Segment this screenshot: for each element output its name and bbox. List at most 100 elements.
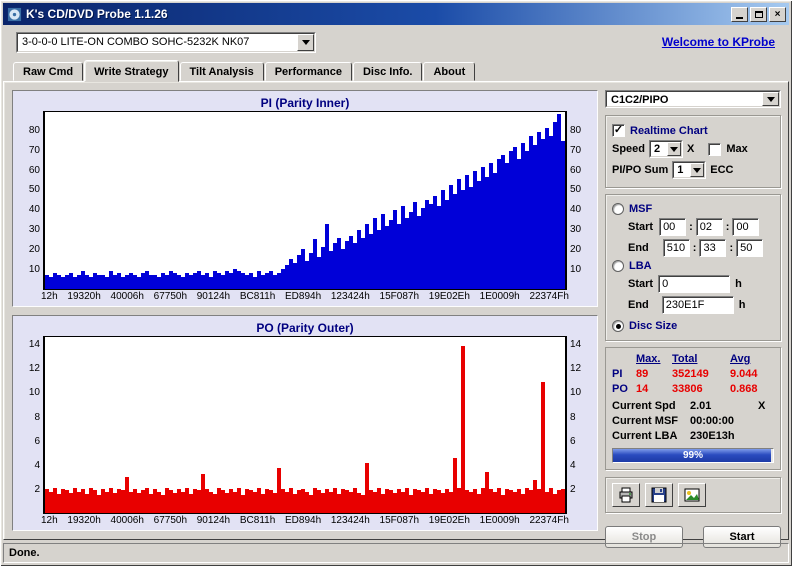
current-spd-label: Current Spd	[612, 400, 676, 412]
toolbar: 3-0-0-0 LITE-ON COMBO SOHC-5232K NK07 We…	[3, 25, 789, 59]
tab-raw-cmd[interactable]: Raw Cmd	[13, 62, 84, 81]
stats-pi-max: 89	[636, 368, 649, 380]
x-axis-label: ED894h	[285, 290, 322, 302]
msf-start-sec-input[interactable]	[695, 218, 723, 236]
status-bar: Done.	[3, 543, 789, 563]
check-icon: ✓	[613, 124, 624, 136]
pi-x-axis: 12h 19320h 40006h 67750h 90124h BC811h ED894h 1…	[41, 291, 569, 304]
drive-select[interactable]: 3-0-0-0 LITE-ON COMBO SOHC-5232K NK07	[16, 31, 316, 53]
po-x-axis: 12h 19320h 40006h 67750h 90124h BC811h ED894h 1…	[41, 515, 569, 528]
tab-about[interactable]: About	[423, 62, 476, 81]
y-axis-label: 6	[34, 435, 40, 447]
y-axis-label: 20	[570, 243, 582, 255]
pi-y-axis-left: 10 20 30 40 50 60 70 80	[17, 111, 43, 290]
pipo-sum-label: PI/PO Sum	[612, 164, 669, 176]
printer-icon	[619, 487, 633, 503]
pipo-sum-select[interactable]: 1	[672, 161, 707, 179]
msf-end-min-input[interactable]	[662, 239, 690, 257]
radio-dot-icon	[615, 323, 621, 329]
y-axis-label: 8	[34, 411, 40, 423]
colon-separator: :	[725, 221, 730, 233]
mode-select-arrow[interactable]	[762, 92, 779, 106]
print-button[interactable]	[612, 483, 640, 507]
y-axis-label: 20	[28, 243, 40, 255]
y-axis-label: 40	[570, 204, 582, 216]
current-spd-value: 2.01	[690, 400, 712, 412]
x-axis-label: 67750h	[153, 290, 188, 302]
msf-start-frame-input[interactable]	[732, 218, 760, 236]
floppy-icon	[651, 487, 667, 503]
current-msf-value: 00:00:00	[690, 415, 735, 427]
mode-select[interactable]: C1C2/PIPO	[605, 90, 781, 108]
stats-po-label: PO	[612, 383, 628, 395]
chevron-down-icon	[766, 96, 775, 102]
y-axis-label: 40	[28, 204, 40, 216]
lba-start-input[interactable]	[658, 275, 731, 293]
stats-po-avg: 0.868	[730, 383, 758, 395]
maximize-icon	[754, 10, 763, 18]
y-axis-label: 30	[28, 224, 40, 235]
colon-separator: :	[689, 221, 693, 233]
msf-end-frame-input[interactable]	[736, 239, 764, 257]
x-axis-label: 22374Fh	[529, 515, 569, 526]
mode-select-value: C1C2/PIPO	[611, 94, 669, 106]
x-axis-label: 123424h	[330, 515, 370, 526]
pipo-sum-arrow[interactable]	[690, 163, 705, 177]
max-speed-checkbox[interactable]	[708, 142, 722, 156]
max-label: Max	[726, 143, 748, 155]
po-chart-title: PO (Parity Outer)	[256, 320, 354, 335]
pi-chart: PI (Parity Inner) 10 20 30 40 50 60 70 80 10 20 3…	[12, 90, 598, 307]
msf-start-min-input[interactable]	[659, 218, 687, 236]
tab-write-strategy[interactable]: Write Strategy	[84, 60, 179, 82]
x-axis-label: 1E0009h	[479, 290, 520, 302]
y-axis-label: 6	[570, 435, 576, 447]
chart-options-group: ✓ Realtime Chart Speed 2 X Max PI/PO Sum…	[605, 115, 781, 188]
realtime-chart-checkbox[interactable]: ✓	[612, 124, 625, 137]
x-axis-label: 1E0009h	[479, 515, 520, 526]
lba-end-input[interactable]	[661, 296, 734, 314]
app-window: K's CD/DVD Probe 1.1.26 × 3-0-0-0 LITE-O…	[0, 0, 792, 566]
minimize-button[interactable]	[731, 6, 748, 22]
y-axis-label: 10	[570, 263, 582, 275]
y-axis-label: 8	[570, 411, 576, 423]
y-axis-label: 50	[28, 184, 40, 196]
x-axis-label: BC811h	[239, 290, 276, 302]
y-axis-label: 14	[28, 339, 40, 351]
actions-group	[605, 477, 781, 513]
lba-label: LBA	[629, 260, 652, 272]
msf-radio[interactable]	[612, 203, 624, 215]
window-title: K's CD/DVD Probe 1.1.26	[26, 7, 168, 21]
save-chart-image-button[interactable]	[678, 483, 706, 507]
disc-size-radio[interactable]	[612, 320, 624, 332]
maximize-button[interactable]	[750, 6, 767, 22]
drive-select-arrow[interactable]	[297, 33, 314, 51]
speed-select[interactable]: 2	[649, 140, 684, 158]
range-group: MSF Start : : End : :	[605, 194, 781, 341]
tab-tilt-analysis[interactable]: Tilt Analysis	[179, 62, 264, 81]
colon-separator: :	[729, 242, 734, 254]
tab-disc-info[interactable]: Disc Info.	[352, 62, 423, 81]
welcome-link[interactable]: Welcome to KProbe	[662, 35, 775, 49]
msf-end-sec-input[interactable]	[699, 239, 727, 257]
x-axis-label: 15F087h	[379, 290, 420, 302]
hex-unit-label: h	[738, 299, 746, 311]
chevron-down-icon	[693, 167, 702, 173]
tab-performance[interactable]: Performance	[264, 62, 352, 81]
y-axis-label: 60	[28, 164, 40, 176]
speed-select-arrow[interactable]	[667, 142, 682, 156]
x-axis-label: 123424h	[330, 290, 370, 302]
x-axis-label: 15F087h	[379, 515, 420, 526]
save-button[interactable]	[645, 483, 673, 507]
close-button[interactable]: ×	[769, 6, 786, 22]
lba-radio[interactable]	[612, 260, 624, 272]
speed-select-value: 2	[654, 143, 661, 155]
ecc-label: ECC	[710, 164, 734, 176]
y-axis-label: 60	[570, 164, 582, 176]
x-axis-label: 90124h	[196, 290, 231, 302]
pi-y-axis-right: 10 20 30 40 50 60 70 80	[567, 111, 593, 290]
x-axis-label: ED894h	[285, 515, 322, 526]
y-axis-label: 80	[570, 124, 582, 136]
current-lba-value: 230E13h	[690, 430, 735, 442]
x-axis-label: BC811h	[239, 515, 276, 526]
stats-po-total: 33806	[672, 383, 703, 395]
